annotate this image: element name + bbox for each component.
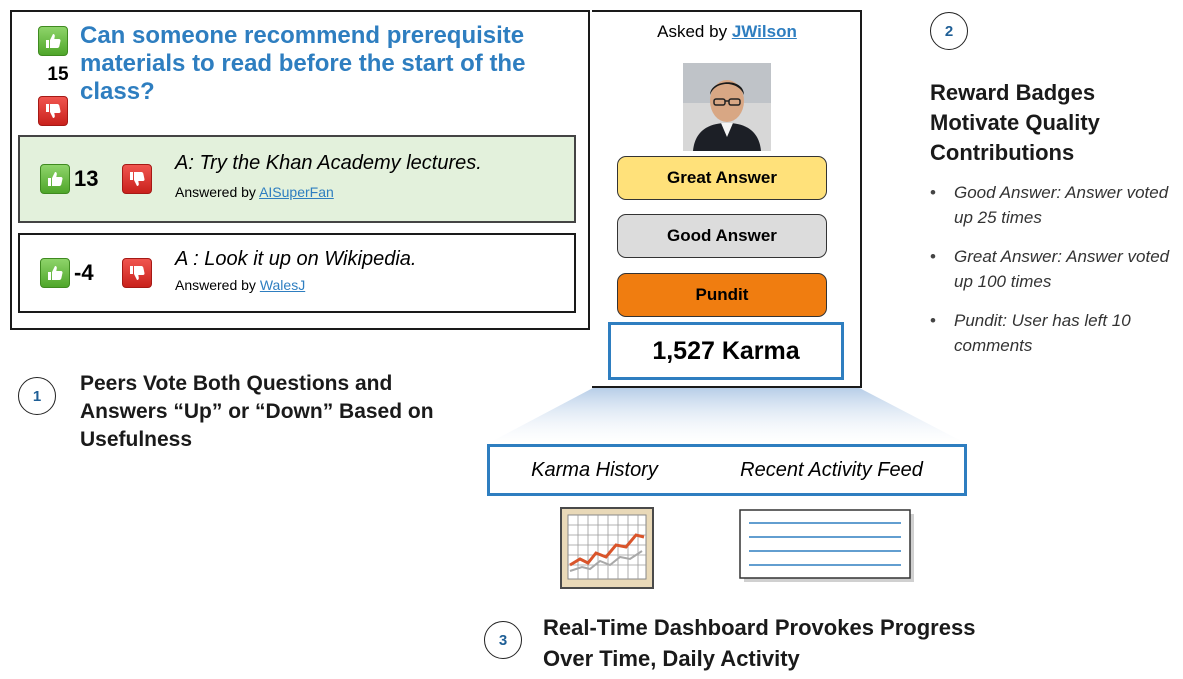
callout-badges: Reward Badges Motivate Quality Contribut… [930, 80, 1100, 165]
asker-link[interactable]: JWilson [732, 22, 797, 41]
answer-text: A : Look it up on Wikipedia. [175, 248, 417, 270]
thumbs-down-icon [130, 172, 145, 186]
answered-by-label: Answered by [175, 277, 256, 293]
badge-rule-item: Good Answer: Answer voted up 25 times [930, 180, 1175, 230]
karma-history-chart-icon[interactable] [560, 507, 655, 589]
answer-upvote-button[interactable] [40, 164, 70, 194]
answer-author-line: Answered by WalesJ [175, 277, 305, 293]
answer-item: 13 A: Try the Khan Academy lectures. Ans… [18, 135, 576, 223]
answer-author-link[interactable]: WalesJ [260, 277, 305, 293]
badge-rule-item: Pundit: User has left 10 comments [930, 308, 1175, 358]
badge-rules-list: Good Answer: Answer voted up 25 times Gr… [930, 180, 1175, 372]
activity-feed-icon[interactable] [739, 509, 917, 584]
callout-dashboard: Real-Time Dashboard Provokes Progress Ov… [543, 615, 976, 671]
answered-by-label: Answered by [175, 184, 256, 200]
callout-voting: Peers Vote Both Questions and Answers “U… [80, 372, 434, 451]
question-upvote-button[interactable] [38, 26, 68, 56]
avatar[interactable] [683, 63, 771, 151]
pundit-badge[interactable]: Pundit [617, 273, 827, 317]
thumbs-up-icon [48, 172, 63, 186]
question-downvote-button[interactable] [38, 96, 68, 126]
answer-downvote-button[interactable] [122, 164, 152, 194]
answer-author-link[interactable]: AISuperFan [259, 184, 334, 200]
answer-vote-count: 13 [74, 166, 99, 191]
dashboard-panel: Karma History Recent Activity Feed [487, 444, 967, 496]
answer-author-line: Answered by AISuperFan [175, 184, 334, 200]
user-photo-icon [683, 63, 771, 151]
karma-total[interactable]: 1,527 Karma [608, 322, 844, 380]
question-title[interactable]: Can someone recommend prerequisite mater… [80, 22, 560, 106]
step-number-badge: 2 [930, 12, 968, 50]
answer-item: -4 A : Look it up on Wikipedia. Answered… [18, 233, 576, 313]
thumbs-down-icon [46, 104, 61, 118]
karma-history-link[interactable]: Karma History [531, 459, 658, 482]
badge-rule-item: Great Answer: Answer voted up 100 times [930, 244, 1175, 294]
good-answer-badge[interactable]: Good Answer [617, 214, 827, 258]
thumbs-up-icon [46, 34, 61, 48]
step-number-badge: 3 [484, 621, 522, 659]
great-answer-badge[interactable]: Great Answer [617, 156, 827, 200]
answer-vote-count: -4 [74, 260, 94, 285]
answer-upvote-button[interactable] [40, 258, 70, 288]
step-number-badge: 1 [18, 377, 56, 415]
asked-by-label: Asked by [657, 22, 728, 41]
answer-text: A: Try the Khan Academy lectures. [175, 152, 482, 174]
thumbs-down-icon [130, 266, 145, 280]
question-vote-count: 15 [47, 64, 69, 85]
asked-by-line: Asked by JWilson [592, 22, 862, 42]
answer-downvote-button[interactable] [122, 258, 152, 288]
thumbs-up-icon [48, 266, 63, 280]
activity-feed-link[interactable]: Recent Activity Feed [740, 459, 923, 482]
